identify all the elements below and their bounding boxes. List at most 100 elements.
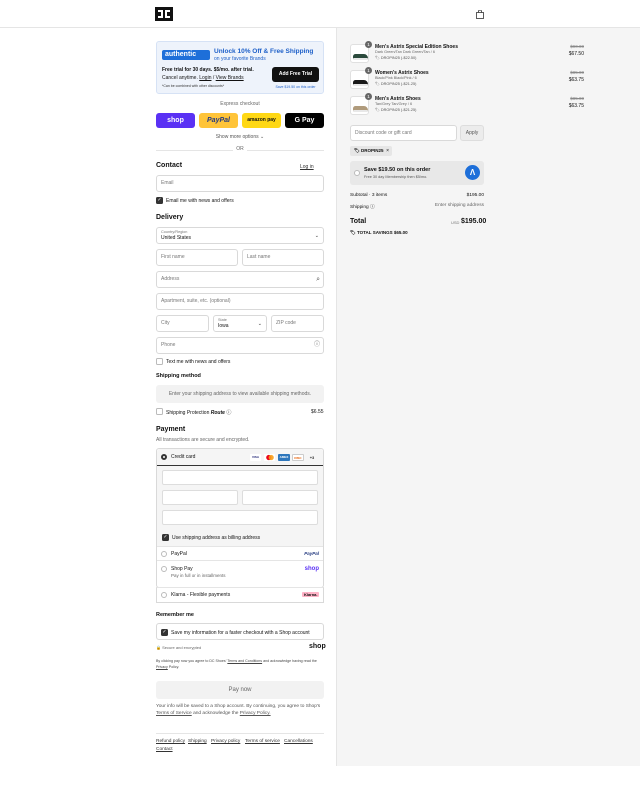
delivery-heading: Delivery <box>156 214 184 221</box>
shipping-methods-placeholder: Enter your shipping address to view avai… <box>156 385 324 403</box>
email-news-checkbox[interactable]: ✓ <box>156 197 163 204</box>
credit-card-option[interactable]: Credit card VISA AMEX DISC +3 <box>157 449 323 466</box>
shop-pay-button[interactable]: shop <box>156 113 195 128</box>
shipping-protection-label: Shipping Protection Route ⓘ <box>166 410 232 416</box>
shipping-protection-price: $6.55 <box>311 409 324 415</box>
cart-item: 1 Men's Astrix Special Edition Shoes Dar… <box>350 41 584 66</box>
state-select[interactable]: State Iowa ⌄ <box>213 315 267 332</box>
footer-cancellations[interactable]: Cancellations <box>284 739 313 744</box>
paypal-icon: PayPal <box>304 551 319 556</box>
contact-heading: Contact <box>156 162 183 169</box>
billing-checkbox[interactable]: ✓ <box>162 534 169 541</box>
product-discount: 🏷 DROPIN25 (-$22.50) <box>375 56 417 60</box>
apartment-field[interactable]: Apartment, suite, etc. (optional) <box>156 293 324 310</box>
apply-button[interactable]: Apply <box>460 125 484 141</box>
country-select[interactable]: Country/Region United States ⌄ <box>156 227 324 244</box>
info-icon[interactable]: ⓘ <box>226 410 231 416</box>
footer-refund-policy[interactable]: Refund policy <box>156 739 185 744</box>
shopping-bag-icon[interactable] <box>476 10 484 19</box>
shop-pay-option[interactable]: Shop Pay Pay in full or in installments … <box>157 560 323 582</box>
shop-logo: shop <box>309 643 326 650</box>
amex-icon: AMEX <box>278 454 290 461</box>
visa-icon: VISA <box>250 454 261 461</box>
footer-terms[interactable]: Terms of service <box>245 739 280 744</box>
klarna-radio[interactable] <box>161 592 167 598</box>
payment-heading: Payment <box>156 426 186 433</box>
show-more-options-link[interactable]: Show more options ⌄ <box>156 134 324 140</box>
login-link[interactable]: Log in <box>300 164 314 170</box>
remove-discount-icon[interactable]: × <box>386 146 389 156</box>
last-name-field[interactable]: Last name <box>242 249 324 266</box>
help-icon[interactable]: ⓘ <box>314 341 320 350</box>
amazon-pay-button[interactable]: amazon pay <box>242 113 281 128</box>
card-name-field[interactable] <box>162 510 318 525</box>
text-news-checkbox[interactable] <box>156 358 163 365</box>
shop-pay-radio[interactable] <box>161 566 167 572</box>
pay-now-button[interactable]: Pay now <box>156 681 324 699</box>
paypal-radio[interactable] <box>161 551 167 557</box>
authentic-badge-icon: Λ <box>465 165 480 180</box>
footer-divider <box>156 733 324 734</box>
subtotal-row: Subtotal · 3 items $195.00 <box>350 193 484 198</box>
original-price: $85.00 <box>570 96 584 101</box>
card-number-field[interactable] <box>162 470 318 485</box>
original-price: $85.00 <box>570 70 584 75</box>
shipping-row: Shipping ⓘ Enter shipping address <box>350 203 484 210</box>
search-icon: ⌕ <box>316 276 320 283</box>
shop-terms-link[interactable]: Terms of Service <box>156 711 192 716</box>
item-price: $67.50 <box>568 51 584 57</box>
promo-login-link[interactable]: Login <box>199 75 211 81</box>
total-label: Total <box>350 218 367 225</box>
email-field[interactable]: Email <box>156 175 324 192</box>
shop-privacy-link[interactable]: Privacy Policy. <box>240 711 271 716</box>
item-price: $63.75 <box>568 103 584 109</box>
product-variant: Tan/Grey Tan/Grey / 6 <box>375 102 413 106</box>
card-cvv-field[interactable] <box>242 490 318 505</box>
city-field[interactable]: City <box>156 315 209 332</box>
view-brands-link[interactable]: View Brands <box>216 75 244 81</box>
product-discount: 🏷 DROPIN25 (-$21.25) <box>375 108 417 112</box>
privacy-link[interactable]: Privacy <box>156 665 168 669</box>
product-discount: 🏷 DROPIN25 (-$21.25) <box>375 82 417 86</box>
promo-subtitle: on your favorite Brands <box>214 56 266 62</box>
terms-link[interactable]: Terms and Conditions <box>227 659 262 663</box>
klarna-option[interactable]: Klarna - Flexible payments Klarna. <box>156 587 324 603</box>
mastercard-icon <box>264 454 275 461</box>
card-expiry-field[interactable] <box>162 490 238 505</box>
google-pay-button[interactable]: G Pay <box>285 113 324 128</box>
zip-field[interactable]: ZIP code <box>271 315 324 332</box>
authentic-logo: authentic <box>162 50 210 60</box>
discover-icon: DISC <box>292 454 304 461</box>
footer-shipping[interactable]: Shipping <box>188 739 207 744</box>
first-name-field[interactable]: First name <box>156 249 238 266</box>
save-info-checkbox[interactable]: ✓ <box>161 629 168 636</box>
membership-checkbox[interactable] <box>354 170 360 176</box>
footer-privacy-policy[interactable]: Privacy policy <box>211 739 240 744</box>
quantity-badge: 1 <box>365 41 372 48</box>
dc-logo-icon[interactable] <box>155 7 173 21</box>
shipping-protection-checkbox[interactable] <box>156 408 163 415</box>
footer-contact[interactable]: Contact <box>156 747 173 752</box>
remember-me-box: ✓ Save my information for a faster check… <box>156 623 324 640</box>
add-free-trial-button[interactable]: Add Free Trial <box>272 67 319 82</box>
payment-subtitle: All transactions are secure and encrypte… <box>156 437 250 443</box>
promo-trial-text: Free trial for 30 days. $5/mo. after tri… <box>162 67 254 73</box>
paypal-option[interactable]: PayPal PayPal <box>157 546 323 560</box>
address-field[interactable]: Address ⌕ <box>156 271 324 288</box>
remember-me-heading: Remember me <box>156 612 194 618</box>
cart-item: 1 Men's Astrix Shoes Tan/Grey Tan/Grey /… <box>350 93 584 118</box>
cart-item: 1 Women's Astrix Shoes Black/Pink Black/… <box>350 67 584 92</box>
email-news-label: Email me with news and offers <box>166 198 234 204</box>
info-icon[interactable]: ⓘ <box>370 205 375 210</box>
product-variant: Black/Pink Black/Pink / 6 <box>375 76 417 80</box>
express-checkout-label: Express checkout <box>220 101 260 107</box>
shipping-method-heading: Shipping method <box>156 373 201 379</box>
save-info-label: Save my information for a faster checkou… <box>171 630 310 636</box>
quantity-badge: 1 <box>365 67 372 74</box>
promo-save-text: Save $19.50 on this order <box>275 85 316 89</box>
paypal-button[interactable]: PayPal <box>199 113 238 128</box>
product-variant: Dark Green/Tan Dark Green/Tan / 6 <box>375 50 435 54</box>
credit-card-radio[interactable] <box>161 454 167 460</box>
phone-field[interactable]: Phone ⓘ <box>156 337 324 354</box>
discount-code-input[interactable]: Discount code or gift card <box>350 125 457 141</box>
